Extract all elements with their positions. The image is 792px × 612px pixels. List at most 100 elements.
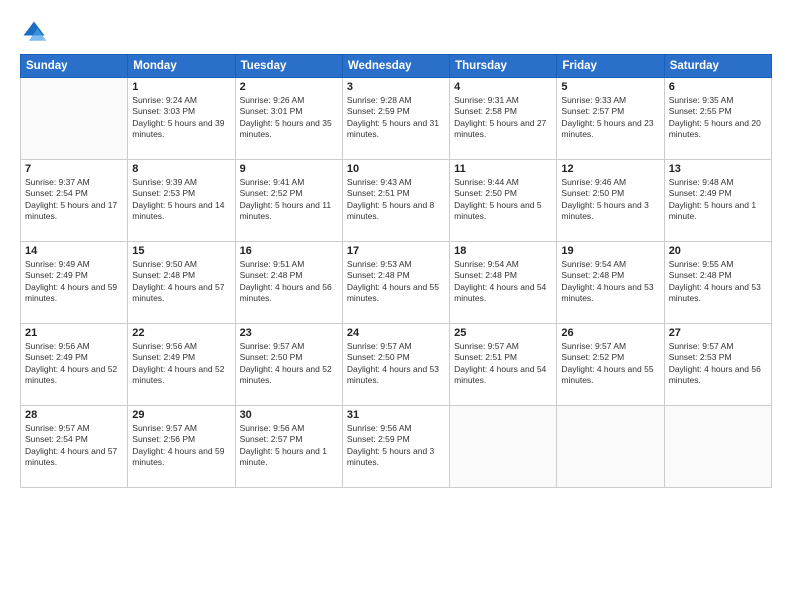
day-info: Sunrise: 9:33 AMSunset: 2:57 PMDaylight:…: [561, 95, 659, 141]
calendar-table: SundayMondayTuesdayWednesdayThursdayFrid…: [20, 54, 772, 488]
weekday-header-monday: Monday: [128, 55, 235, 78]
calendar-cell: [557, 406, 664, 488]
day-number: 18: [454, 245, 552, 257]
day-info: Sunrise: 9:57 AMSunset: 2:51 PMDaylight:…: [454, 341, 552, 387]
day-info: Sunrise: 9:48 AMSunset: 2:49 PMDaylight:…: [669, 177, 767, 223]
day-info: Sunrise: 9:28 AMSunset: 2:59 PMDaylight:…: [347, 95, 445, 141]
weekday-header-thursday: Thursday: [450, 55, 557, 78]
calendar-cell: 16 Sunrise: 9:51 AMSunset: 2:48 PMDayligh…: [235, 242, 342, 324]
calendar-cell: 17Sunrise: 9:53 AMSunset: 2:48 PMDayligh…: [342, 242, 449, 324]
day-number: 24: [347, 327, 445, 339]
day-info: Sunrise: 9:46 AMSunset: 2:50 PMDaylight:…: [561, 177, 659, 223]
calendar-week-2: 7Sunrise: 9:37 AMSunset: 2:54 PMDaylight…: [21, 160, 772, 242]
calendar-cell: 15 Sunrise: 9:50 AMSunset: 2:48 PMDayligh…: [128, 242, 235, 324]
calendar-cell: 31 Sunrise: 9:56 AMSunset: 2:59 PMDayligh…: [342, 406, 449, 488]
calendar-cell: 28 Sunrise: 9:57 AMSunset: 2:54 PMDayligh…: [21, 406, 128, 488]
calendar-cell: 1 Sunrise: 9:24 AMSunset: 3:03 PMDaylight…: [128, 78, 235, 160]
page: SundayMondayTuesdayWednesdayThursdayFrid…: [0, 0, 792, 612]
calendar-cell: 27 Sunrise: 9:57 AMSunset: 2:53 PMDayligh…: [664, 324, 771, 406]
day-info: Sunrise: 9:24 AMSunset: 3:03 PMDaylight:…: [132, 95, 230, 141]
calendar-cell: 14Sunrise: 9:49 AMSunset: 2:49 PMDayligh…: [21, 242, 128, 324]
calendar-week-5: 28 Sunrise: 9:57 AMSunset: 2:54 PMDayligh…: [21, 406, 772, 488]
day-info: Sunrise: 9:57 AMSunset: 2:53 PMDaylight:…: [669, 341, 767, 387]
day-info: Sunrise: 9:54 AMSunset: 2:48 PMDaylight:…: [561, 259, 659, 305]
day-info: Sunrise: 9:57 AMSunset: 2:50 PMDaylight:…: [240, 341, 338, 387]
calendar-cell: 25 Sunrise: 9:57 AMSunset: 2:51 PMDayligh…: [450, 324, 557, 406]
day-info: Sunrise: 9:51 AMSunset: 2:48 PMDaylight:…: [240, 259, 338, 305]
calendar-cell: 7Sunrise: 9:37 AMSunset: 2:54 PMDaylight…: [21, 160, 128, 242]
calendar-cell: 2 Sunrise: 9:26 AMSunset: 3:01 PMDaylight…: [235, 78, 342, 160]
calendar-cell: 23 Sunrise: 9:57 AMSunset: 2:50 PMDayligh…: [235, 324, 342, 406]
day-number: 5: [561, 81, 659, 93]
header: [20, 18, 772, 46]
day-number: 30: [240, 409, 338, 421]
day-number: 19: [561, 245, 659, 257]
day-info: Sunrise: 9:56 AMSunset: 2:57 PMDaylight:…: [240, 423, 338, 469]
day-info: Sunrise: 9:53 AMSunset: 2:48 PMDaylight:…: [347, 259, 445, 305]
day-info: Sunrise: 9:57 AMSunset: 2:54 PMDaylight:…: [25, 423, 123, 469]
calendar-cell: 8Sunrise: 9:39 AMSunset: 2:53 PMDaylight…: [128, 160, 235, 242]
logo: [20, 18, 52, 46]
day-number: 31: [347, 409, 445, 421]
day-number: 27: [669, 327, 767, 339]
calendar-week-1: 1 Sunrise: 9:24 AMSunset: 3:03 PMDaylight…: [21, 78, 772, 160]
calendar-cell: 13 Sunrise: 9:48 AMSunset: 2:49 PMDayligh…: [664, 160, 771, 242]
day-info: Sunrise: 9:31 AMSunset: 2:58 PMDaylight:…: [454, 95, 552, 141]
day-info: Sunrise: 9:49 AMSunset: 2:49 PMDaylight:…: [25, 259, 123, 305]
day-info: Sunrise: 9:39 AMSunset: 2:53 PMDaylight:…: [132, 177, 230, 223]
weekday-header-row: SundayMondayTuesdayWednesdayThursdayFrid…: [21, 55, 772, 78]
calendar-cell: 20 Sunrise: 9:55 AMSunset: 2:48 PMDayligh…: [664, 242, 771, 324]
day-number: 23: [240, 327, 338, 339]
calendar-cell: 18 Sunrise: 9:54 AMSunset: 2:48 PMDayligh…: [450, 242, 557, 324]
day-number: 9: [240, 163, 338, 175]
calendar-cell: [664, 406, 771, 488]
day-number: 7: [25, 163, 123, 175]
day-info: Sunrise: 9:57 AMSunset: 2:50 PMDaylight:…: [347, 341, 445, 387]
calendar-cell: 26Sunrise: 9:57 AMSunset: 2:52 PMDayligh…: [557, 324, 664, 406]
day-number: 1: [132, 81, 230, 93]
day-info: Sunrise: 9:50 AMSunset: 2:48 PMDaylight:…: [132, 259, 230, 305]
weekday-header-sunday: Sunday: [21, 55, 128, 78]
day-number: 12: [561, 163, 659, 175]
calendar-week-3: 14Sunrise: 9:49 AMSunset: 2:49 PMDayligh…: [21, 242, 772, 324]
day-number: 10: [347, 163, 445, 175]
day-number: 4: [454, 81, 552, 93]
calendar-cell: 6Sunrise: 9:35 AMSunset: 2:55 PMDaylight…: [664, 78, 771, 160]
calendar-cell: 4 Sunrise: 9:31 AMSunset: 2:58 PMDaylight…: [450, 78, 557, 160]
calendar-cell: 29 Sunrise: 9:57 AMSunset: 2:56 PMDayligh…: [128, 406, 235, 488]
day-number: 11: [454, 163, 552, 175]
day-number: 2: [240, 81, 338, 93]
day-number: 28: [25, 409, 123, 421]
calendar-cell: 9 Sunrise: 9:41 AMSunset: 2:52 PMDaylight…: [235, 160, 342, 242]
weekday-header-saturday: Saturday: [664, 55, 771, 78]
day-info: Sunrise: 9:56 AMSunset: 2:49 PMDaylight:…: [25, 341, 123, 387]
day-number: 20: [669, 245, 767, 257]
day-number: 3: [347, 81, 445, 93]
day-number: 25: [454, 327, 552, 339]
calendar-week-4: 21 Sunrise: 9:56 AMSunset: 2:49 PMDayligh…: [21, 324, 772, 406]
day-info: Sunrise: 9:57 AMSunset: 2:52 PMDaylight:…: [561, 341, 659, 387]
day-info: Sunrise: 9:26 AMSunset: 3:01 PMDaylight:…: [240, 95, 338, 141]
calendar-cell: 24 Sunrise: 9:57 AMSunset: 2:50 PMDayligh…: [342, 324, 449, 406]
day-info: Sunrise: 9:57 AMSunset: 2:56 PMDaylight:…: [132, 423, 230, 469]
day-number: 15: [132, 245, 230, 257]
logo-icon: [20, 18, 48, 46]
day-info: Sunrise: 9:56 AMSunset: 2:59 PMDaylight:…: [347, 423, 445, 469]
day-number: 22: [132, 327, 230, 339]
calendar-cell: 3 Sunrise: 9:28 AMSunset: 2:59 PMDaylight…: [342, 78, 449, 160]
day-info: Sunrise: 9:43 AMSunset: 2:51 PMDaylight:…: [347, 177, 445, 223]
day-number: 16: [240, 245, 338, 257]
day-number: 29: [132, 409, 230, 421]
day-info: Sunrise: 9:56 AMSunset: 2:49 PMDaylight:…: [132, 341, 230, 387]
calendar-cell: 19 Sunrise: 9:54 AMSunset: 2:48 PMDayligh…: [557, 242, 664, 324]
calendar-cell: [450, 406, 557, 488]
calendar-cell: 5 Sunrise: 9:33 AMSunset: 2:57 PMDaylight…: [557, 78, 664, 160]
day-number: 21: [25, 327, 123, 339]
day-info: Sunrise: 9:54 AMSunset: 2:48 PMDaylight:…: [454, 259, 552, 305]
day-info: Sunrise: 9:41 AMSunset: 2:52 PMDaylight:…: [240, 177, 338, 223]
calendar-cell: 22 Sunrise: 9:56 AMSunset: 2:49 PMDayligh…: [128, 324, 235, 406]
calendar-cell: 11Sunrise: 9:44 AMSunset: 2:50 PMDayligh…: [450, 160, 557, 242]
calendar-cell: 21 Sunrise: 9:56 AMSunset: 2:49 PMDayligh…: [21, 324, 128, 406]
day-info: Sunrise: 9:55 AMSunset: 2:48 PMDaylight:…: [669, 259, 767, 305]
day-number: 13: [669, 163, 767, 175]
